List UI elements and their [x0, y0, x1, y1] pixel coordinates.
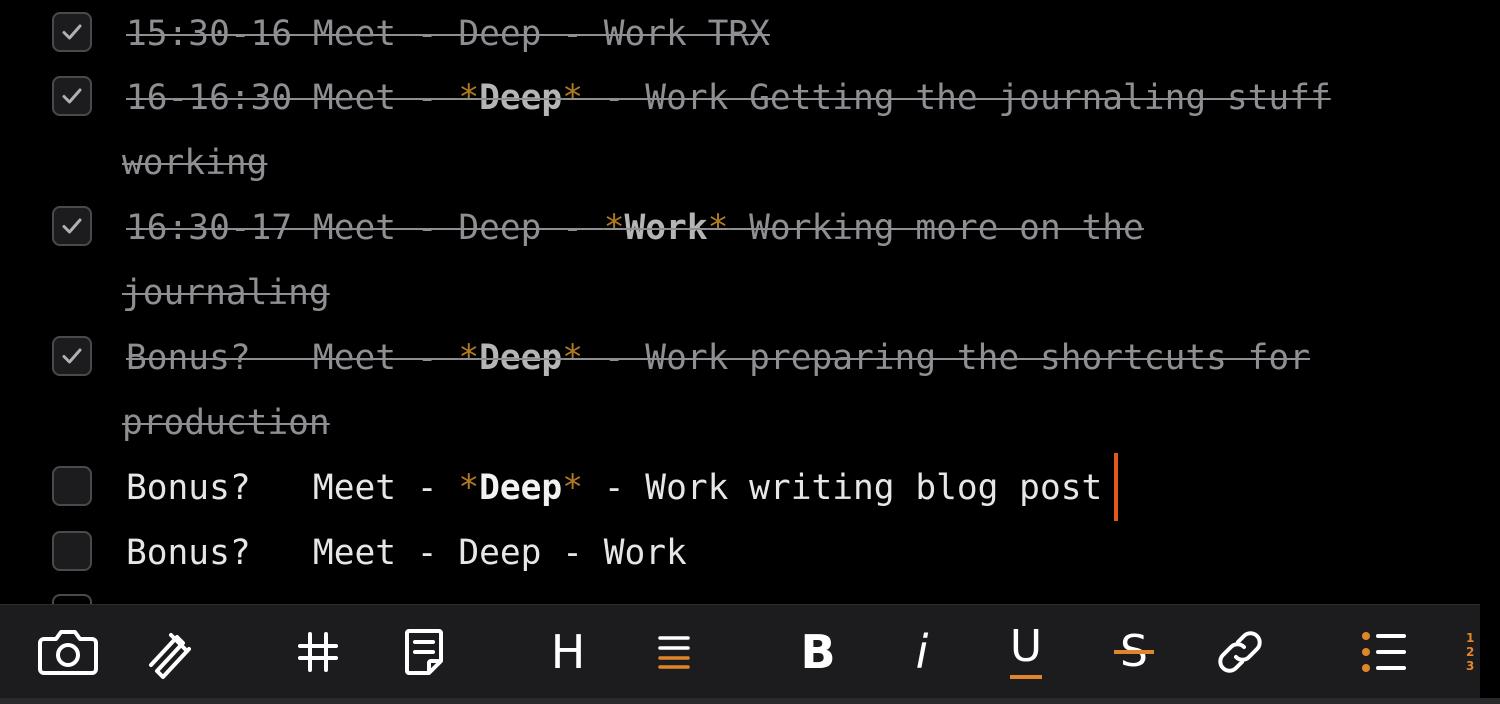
task-text: journaling [122, 273, 330, 313]
note-icon [405, 629, 443, 675]
markdown-emphasis-marker: * [458, 468, 480, 508]
task-text: 16-16:30 Meet - [126, 78, 459, 118]
home-indicator-strip [0, 698, 1500, 704]
task-text-line[interactable]: 16-16:30 Meet - *Deep* - Work Getting th… [126, 78, 1331, 118]
task-checkbox-checked[interactable] [52, 206, 92, 246]
markdown-emphasis-marker: * [562, 468, 583, 508]
task-checkbox[interactable] [52, 531, 92, 571]
note-template-button[interactable] [398, 605, 450, 699]
task-text: 16:30-17 Meet - Deep - [126, 208, 604, 248]
task-text: Bonus? Meet - [126, 468, 459, 508]
task-text: Bonus? Meet - Deep - Work [126, 533, 687, 573]
markdown-emphasis-marker: * [562, 78, 583, 118]
bold-text: Deep [479, 338, 563, 378]
task-checkbox-checked[interactable] [52, 76, 92, 116]
italic-button[interactable]: i [900, 605, 944, 699]
camera-button[interactable] [36, 605, 100, 699]
task-checkbox[interactable] [52, 466, 92, 506]
checkmark-icon [62, 88, 82, 104]
task-checkbox-checked[interactable] [52, 336, 92, 376]
task-text: - Work Getting the journaling stuff [583, 78, 1331, 118]
bullet-list-button[interactable] [1356, 605, 1412, 699]
heading-button[interactable]: H [544, 605, 592, 699]
task-text-line[interactable]: Bonus? Meet - Deep - Work [126, 533, 687, 573]
link-button[interactable] [1212, 605, 1268, 699]
task-text: 15:30-16 Meet - Deep - Work TRX [126, 14, 770, 54]
task-checkbox-checked[interactable] [52, 12, 92, 52]
checkmark-icon [62, 218, 82, 234]
sketch-button[interactable] [142, 605, 198, 699]
task-text: production [122, 403, 330, 443]
bold-button[interactable]: B [794, 605, 842, 699]
task-text: Bonus? Meet - [126, 338, 459, 378]
align-icon [658, 636, 690, 669]
task-text-line[interactable]: 16:30-17 Meet - Deep - *Work* Working mo… [126, 208, 1144, 248]
task-text: working [122, 143, 268, 183]
task-text: - Work writing blog post [583, 468, 1103, 508]
task-text-line[interactable]: Bonus? Meet - *Deep* - Work preparing th… [126, 338, 1310, 378]
markdown-emphasis-marker: * [707, 208, 729, 248]
task-text: - Work preparing the shortcuts for [583, 338, 1310, 378]
table-icon [298, 632, 338, 672]
underline-button-wrap[interactable]: U [1000, 605, 1052, 699]
table-button[interactable] [292, 605, 344, 699]
task-text-line[interactable]: working [122, 143, 267, 183]
strikethrough-button-wrap[interactable]: S [1108, 605, 1160, 699]
task-checkbox[interactable] [52, 594, 92, 604]
strike-line [1114, 650, 1154, 654]
ordered-list-button[interactable]: 1 2 3 [1466, 631, 1474, 673]
checkmark-icon [62, 348, 82, 364]
markdown-emphasis-marker: * [562, 338, 583, 378]
paragraph-align-button[interactable] [650, 605, 698, 699]
bullet-list-icon [1362, 632, 1406, 672]
bold-text: Deep [479, 468, 563, 508]
task-text-line[interactable]: Bonus? Meet - *Deep* - Work writing blog… [126, 468, 1102, 508]
task-text-line[interactable]: production [122, 403, 330, 443]
checkmark-icon [62, 24, 82, 40]
task-text-line[interactable]: 15:30-16 Meet - Deep - Work TRX [126, 14, 770, 54]
bold-text: Deep [479, 78, 563, 118]
markdown-emphasis-marker: * [458, 338, 480, 378]
bold-text: Work [624, 208, 708, 248]
markdown-emphasis-marker: * [603, 208, 625, 248]
markdown-emphasis-marker: * [458, 78, 480, 118]
link-icon [1218, 631, 1262, 673]
underline-button: U [1009, 625, 1043, 679]
task-text: Working more on the [728, 208, 1144, 248]
scribble-icon [149, 633, 191, 679]
formatting-toolbar: H B i U S 1 2 3 [0, 604, 1480, 699]
camera-icon [38, 630, 98, 675]
task-text-line[interactable]: journaling [122, 273, 330, 313]
text-cursor [1114, 453, 1118, 521]
